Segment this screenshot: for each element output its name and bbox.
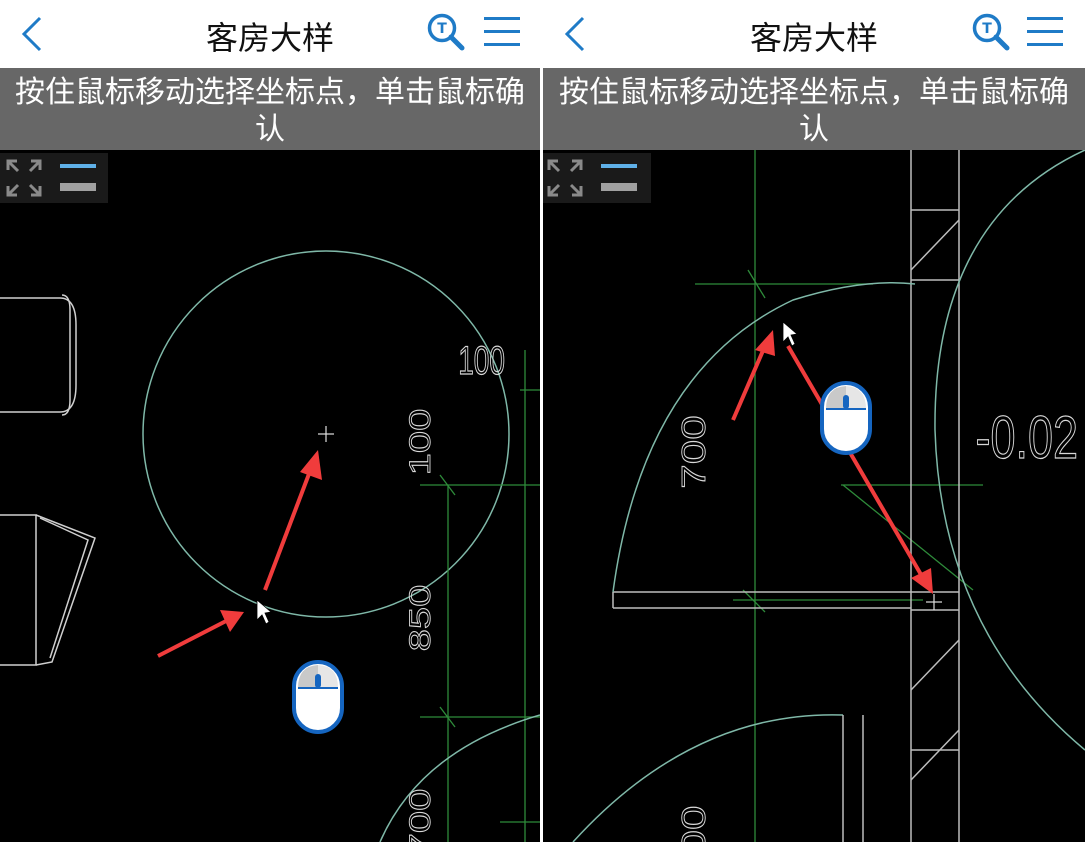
- dimension-lines: [695, 150, 983, 842]
- nav-bar: 客房大样 T: [543, 0, 1085, 68]
- back-button[interactable]: [557, 14, 593, 54]
- fixture-shape: [0, 294, 96, 666]
- dimension-label: 00: [676, 806, 712, 842]
- right-screen: 客房大样 T 按住鼠标移动选择坐标点，单击鼠标确 认 700 -0.02 00: [543, 0, 1085, 842]
- crosshair-icon: [318, 426, 334, 442]
- svg-text:T: T: [982, 21, 992, 37]
- mouse-icon: [292, 660, 344, 734]
- instruction-text-line2: 认: [799, 112, 829, 147]
- cad-drawing: 100 100 850 700: [0, 250, 540, 842]
- wall-lines: [842, 715, 864, 842]
- fullscreen-icon: [547, 159, 583, 197]
- search-icon: T: [972, 13, 1010, 51]
- menu-button[interactable]: [1025, 14, 1065, 50]
- left-screen: 客房大样 T 按住鼠标移动选择坐标点，单击鼠标确 认 100 100 850 7…: [0, 0, 540, 842]
- menu-icon: [1027, 17, 1063, 46]
- chevron-left-icon: [21, 16, 42, 52]
- fullscreen-button[interactable]: [6, 159, 42, 197]
- cursor-icon: [782, 321, 798, 347]
- drawing-toolbox: [543, 153, 651, 203]
- menu-button[interactable]: [482, 14, 522, 50]
- instruction-banner: 按住鼠标移动选择坐标点，单击鼠标确 认: [543, 68, 1085, 150]
- annotation-arrow: [731, 330, 775, 421]
- annotation-arrow: [263, 450, 322, 591]
- search-button[interactable]: T: [971, 12, 1011, 52]
- annotation-arrow: [157, 610, 244, 658]
- fullscreen-button[interactable]: [547, 159, 583, 197]
- nav-bar: 客房大样 T: [0, 0, 540, 68]
- drawing-canvas[interactable]: 100 100 850 700: [0, 150, 540, 842]
- layers-icon: [601, 164, 637, 191]
- dimension-label: 850: [404, 585, 437, 652]
- wall-lines: [612, 150, 960, 842]
- cursor-icon: [256, 599, 272, 625]
- layers-button[interactable]: [599, 161, 639, 195]
- layers-icon: [60, 164, 96, 191]
- instruction-banner: 按住鼠标移动选择坐标点，单击鼠标确 认: [0, 68, 540, 150]
- fullscreen-icon: [6, 159, 42, 197]
- dimension-label: -0.02: [975, 405, 1078, 472]
- dimension-label: 100: [404, 409, 437, 476]
- instruction-text-line1: 按住鼠标移动选择坐标点，单击鼠标确: [559, 75, 1069, 110]
- mouse-icon: [820, 381, 872, 455]
- search-button[interactable]: T: [426, 12, 466, 52]
- svg-text:T: T: [437, 21, 447, 37]
- dimension-label: 700: [404, 789, 437, 842]
- dimension-label: 100: [458, 339, 505, 383]
- dimension-label: 700: [676, 415, 712, 488]
- drawing-toolbox: [0, 153, 108, 203]
- search-icon: T: [427, 13, 465, 51]
- chevron-left-icon: [564, 16, 585, 52]
- instruction-text-line2: 认: [255, 112, 285, 147]
- cad-drawing: 700 -0.02 00: [572, 150, 1085, 842]
- instruction-text-line1: 按住鼠标移动选择坐标点，单击鼠标确: [15, 75, 525, 110]
- menu-icon: [484, 17, 520, 46]
- layers-button[interactable]: [58, 161, 98, 195]
- dimension-lines: [420, 350, 540, 842]
- crosshair-icon: [926, 594, 942, 610]
- drawing-canvas[interactable]: 700 -0.02 00: [543, 150, 1085, 842]
- back-button[interactable]: [14, 14, 50, 54]
